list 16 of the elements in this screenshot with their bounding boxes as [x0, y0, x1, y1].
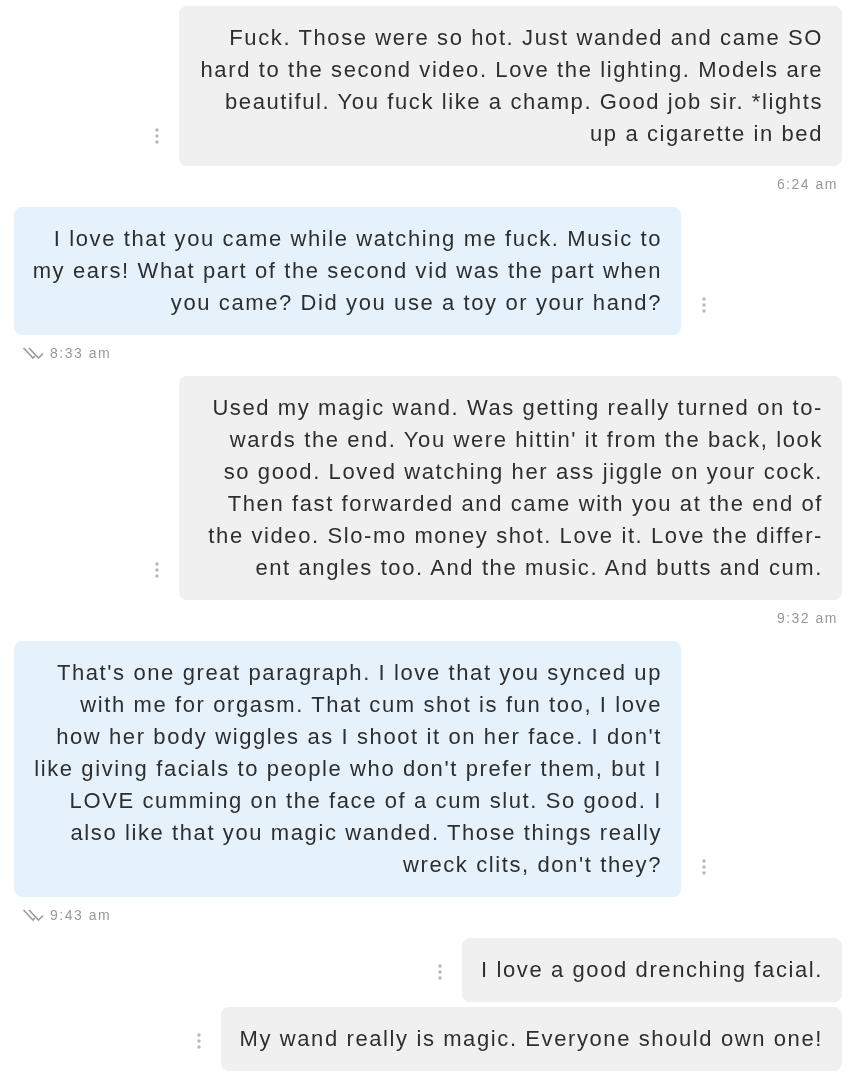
more-options-icon[interactable] — [438, 964, 443, 980]
message-bubble: Used my magic wand. Was getting really turned on to-wards the end. You were hittin' it from the back, look so good. Loved watching her ass jiggle on your cock. Then fast forwarded and came with you at the end of the video. Slo-mo money shot. Love it. Love the differ-ent angles too. And the music. And butts and cum. — [179, 376, 842, 600]
more-options-icon[interactable] — [196, 1033, 201, 1049]
more-options-icon[interactable] — [155, 562, 159, 578]
message-time: 8:33 am — [50, 344, 112, 363]
message-time: 9:32 am — [776, 609, 838, 628]
message-bubble: I love that you came while watching me fuck. Music to my ears! What part of the second vid was the part when you came? Did you use a toy or your hand? — [14, 207, 681, 335]
message-bubble: My wand really is magic. Everyone should own one! — [220, 1007, 842, 1071]
message-bubble: That's one great paragraph. I love that you synced up with me for orgasm. That cum shot is fun too, I love how her body wiggles as I shoot it on her face. I don't like giving facials to people who don't prefer them, but I LOVE cumming on the face of a cum slut. So good. I also like that you magic wanded. Those things really wreck clits, don't they? — [14, 641, 681, 897]
message-time: 6:24 am — [776, 175, 838, 194]
message-time: 9:43 am — [50, 906, 112, 925]
message-bubble: I love a good drenching facial. — [462, 938, 842, 1002]
more-options-icon[interactable] — [702, 297, 706, 313]
more-options-icon[interactable] — [702, 859, 706, 875]
more-options-icon[interactable] — [155, 128, 159, 144]
message-bubble: Fuck. Those were so hot. Just wanded and came SO hard to the second video. Love the lighting. Models are beautiful. You fuck like a champ. Good job sir. *lights up a cigarette in bed — [179, 6, 842, 166]
